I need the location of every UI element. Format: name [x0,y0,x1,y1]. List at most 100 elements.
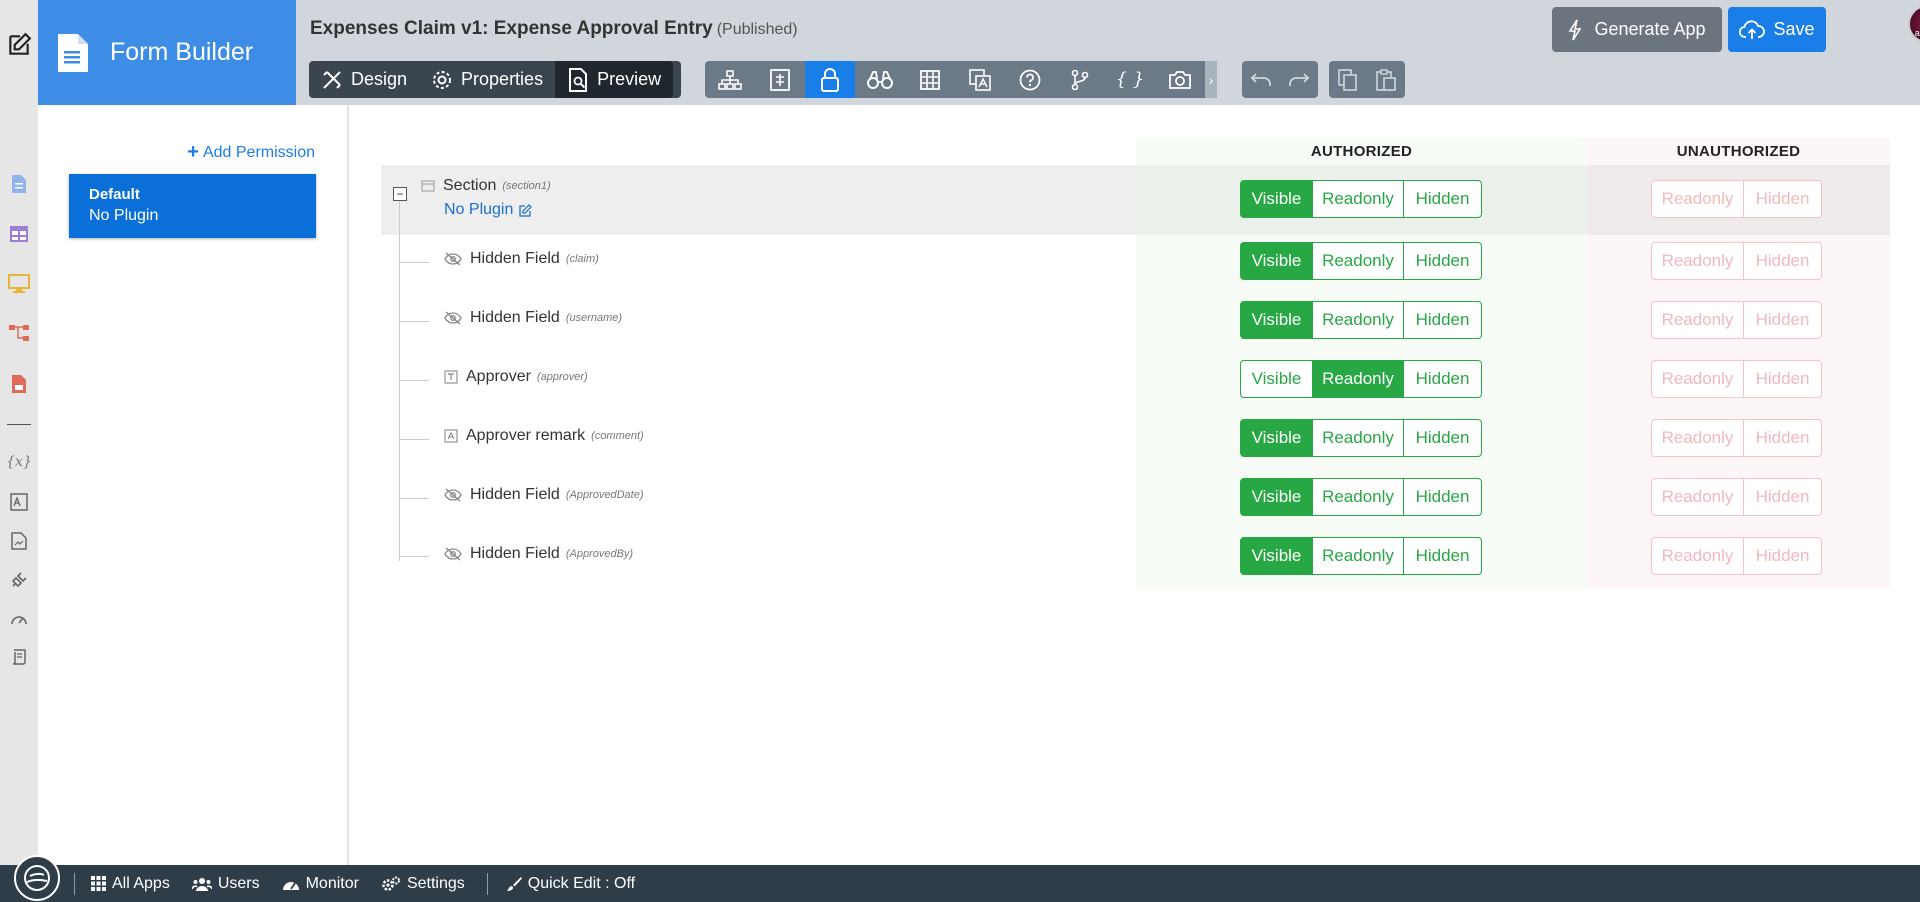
tab-preview[interactable]: Preview [555,61,674,98]
generate-app-button[interactable]: Generate App [1552,7,1722,52]
footer-settings[interactable]: Settings [381,875,465,893]
plus-icon: + [187,141,199,163]
visible-button[interactable]: Visible [1240,478,1313,516]
readonly-button[interactable]: Readonly [1312,478,1404,516]
toolbar-scroll-right-icon[interactable]: › [1205,61,1217,98]
screenshot-button[interactable] [1155,61,1205,98]
performance-icon[interactable] [7,607,31,631]
resource-icon[interactable] [7,529,31,553]
tab-properties-label: Properties [461,69,544,89]
joget-logo[interactable] [14,855,60,901]
readonly-button[interactable]: Readonly [1312,419,1404,457]
visible-button[interactable]: Visible [1240,419,1313,457]
redo-button[interactable] [1280,61,1318,98]
readonly-button[interactable]: Readonly [1312,360,1404,398]
footer-users[interactable]: Users [191,874,260,893]
unauth-hidden-button[interactable]: Hidden [1743,478,1822,516]
branch-button[interactable] [1055,61,1105,98]
readonly-button[interactable]: Readonly [1312,537,1404,575]
section-plugin-link[interactable]: No Plugin [444,201,533,219]
hidden-button[interactable]: Hidden [1403,419,1482,457]
field-row-label: Hidden Field (claim) [444,250,599,268]
readonly-button[interactable]: Readonly [1312,242,1404,280]
field-authorized-buttons: Visible Readonly Hidden [1240,419,1482,457]
form-settings-button[interactable] [755,61,805,98]
readonly-button[interactable]: Readonly [1312,301,1404,339]
unauth-readonly-button[interactable]: Readonly [1651,537,1744,575]
visible-button[interactable]: Visible [1240,301,1313,339]
report-icon[interactable] [7,372,31,396]
table-button[interactable] [905,61,955,98]
footer-quick-edit[interactable]: Quick Edit : Off [506,875,635,893]
tab-properties[interactable]: Properties [419,61,555,98]
table-icon [920,69,940,90]
i18n-icon[interactable] [7,490,31,514]
bolt-icon [1568,19,1582,40]
undo-redo-group [1242,61,1318,98]
visible-button[interactable]: Visible [1240,180,1313,218]
unauth-hidden-button[interactable]: Hidden [1743,537,1822,575]
unauth-readonly-button[interactable]: Readonly [1651,419,1744,457]
readonly-button[interactable]: Readonly [1312,180,1404,218]
unauth-hidden-button[interactable]: Hidden [1743,360,1822,398]
field-name: Hidden Field [470,486,560,503]
visible-button[interactable]: Visible [1240,360,1313,398]
avatar[interactable]: admin [1908,5,1920,43]
undo-button[interactable] [1242,61,1280,98]
field-row-label: Hidden Field (ApprovedDate) [444,486,643,504]
hidden-button[interactable]: Hidden [1403,242,1482,280]
copy-icon [1338,68,1357,91]
field-name: Approver [466,368,531,385]
unauth-readonly-button[interactable]: Readonly [1651,301,1744,339]
field-id: (ApprovedDate) [565,489,644,501]
section-authorized-buttons: Visible Readonly Hidden [1240,180,1482,218]
hidden-button[interactable]: Hidden [1403,180,1482,218]
paste-button[interactable] [1367,61,1405,98]
collapse-toggle-icon[interactable]: − [393,187,407,201]
binoculars-button[interactable] [855,61,905,98]
visible-button[interactable]: Visible [1240,537,1313,575]
datalist-icon[interactable] [7,222,31,246]
footer-all-apps[interactable]: All Apps [91,875,170,893]
unauth-hidden-button[interactable]: Hidden [1743,301,1822,339]
copy-button[interactable] [1329,61,1367,98]
footer-users-label: Users [217,874,260,892]
hidden-button[interactable]: Hidden [1403,301,1482,339]
variable-icon[interactable]: {x} [6,450,32,474]
braces-icon: { } [1115,69,1145,90]
json-button[interactable]: { } [1105,61,1155,98]
logs-icon[interactable] [7,645,31,669]
tree-view-button[interactable] [705,61,755,98]
unauth-readonly-button[interactable]: Readonly [1651,242,1744,280]
unauth-readonly-button[interactable]: Readonly [1651,478,1744,516]
copy-paste-group [1329,61,1405,98]
help-button[interactable] [1005,61,1055,98]
hidden-button[interactable]: Hidden [1403,360,1482,398]
unauth-readonly-button[interactable]: Readonly [1651,360,1744,398]
field-id: (ApprovedBy) [565,548,634,560]
save-label: Save [1773,19,1815,39]
form-icon[interactable] [7,172,31,196]
unauth-hidden-button[interactable]: Hidden [1743,242,1822,280]
unauth-hidden-button[interactable]: Hidden [1743,419,1822,457]
rail-divider [7,424,31,425]
edit-icon[interactable] [4,30,34,60]
unauth-hidden-button[interactable]: Hidden [1743,180,1822,218]
add-permission-link[interactable]: + Add Permission [187,141,315,164]
hidden-button[interactable]: Hidden [1403,478,1482,516]
unauth-readonly-button[interactable]: Readonly [1651,180,1744,218]
tab-design[interactable]: Design [309,61,419,98]
translate-button[interactable] [955,61,1005,98]
plugin-icon[interactable] [7,568,31,592]
userview-icon[interactable] [7,272,31,296]
hidden-button[interactable]: Hidden [1403,537,1482,575]
footer-monitor[interactable]: Monitor [282,875,359,893]
form-name: Expenses Claim v1: Expense Approval Entr… [310,18,713,39]
visible-button[interactable]: Visible [1240,242,1313,280]
permission-item-default[interactable]: Default No Plugin [69,174,316,238]
save-button[interactable]: Save [1728,7,1826,52]
tab-preview-label: Preview [597,69,662,89]
field-name: Hidden Field [470,545,560,562]
permission-button[interactable] [805,61,855,98]
process-icon[interactable] [7,321,31,345]
